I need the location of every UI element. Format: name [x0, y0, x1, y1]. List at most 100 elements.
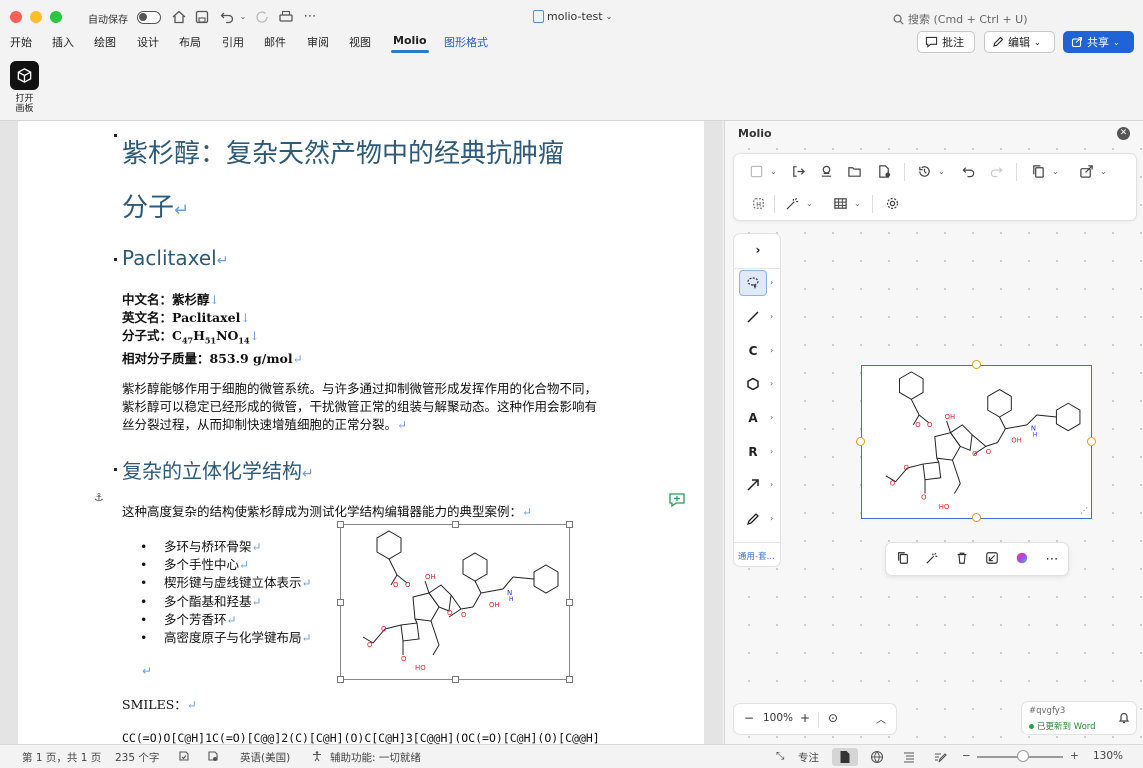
selection-handle[interactable]: [972, 513, 981, 522]
chevron-right-icon[interactable]: ›: [770, 379, 773, 388]
atom-highlight-icon[interactable]: H: [748, 194, 768, 214]
zoom-slider-thumb[interactable]: [1017, 750, 1029, 762]
zoom-in-button[interactable]: +: [1070, 750, 1079, 762]
lasso-select-tool[interactable]: [739, 270, 767, 296]
fit-to-view-icon[interactable]: ⊙: [828, 711, 838, 725]
ring-tool[interactable]: [738, 371, 768, 397]
selection-handle[interactable]: [972, 360, 981, 369]
molecule-image[interactable]: O O OH O O OH OOO HO N H: [337, 521, 573, 683]
magic-wand-icon[interactable]: [782, 194, 802, 214]
focus-mode-icon[interactable]: ⤡: [776, 750, 784, 763]
canvas-molecule-selection[interactable]: O O OH O O OH OOO HO N H ⋰: [856, 360, 1096, 522]
share-export-icon[interactable]: [1076, 162, 1096, 182]
chevron-right-icon[interactable]: ›: [770, 278, 773, 287]
gear-icon[interactable]: [882, 194, 902, 214]
undo-icon[interactable]: [958, 162, 978, 182]
home-icon[interactable]: [171, 9, 187, 25]
outline-view-icon[interactable]: [902, 750, 916, 767]
document-title[interactable]: molio-test ⌄: [533, 10, 612, 23]
new-file-icon[interactable]: [874, 162, 894, 182]
zoom-percentage[interactable]: 130%: [1093, 750, 1123, 762]
zoom-out-button[interactable]: −: [962, 750, 971, 762]
autosave-toggle[interactable]: [137, 11, 161, 24]
track-changes-icon[interactable]: [207, 750, 219, 765]
accessibility-icon[interactable]: [311, 750, 323, 765]
resize-handle[interactable]: [566, 599, 573, 606]
print-layout-view-button[interactable]: [832, 748, 858, 766]
document-title-heading[interactable]: 紫杉醇：复杂天然产物中的经典抗肿瘤: [122, 133, 564, 170]
tab-view[interactable]: 视图: [349, 34, 371, 50]
eraser-tool[interactable]: [738, 506, 768, 532]
tab-shape-format[interactable]: 图形格式: [444, 34, 488, 50]
open-folder-icon[interactable]: [844, 162, 864, 182]
smiles-string[interactable]: CC(=O)O[C@H]1C(=O)[C@@]2(C)[C@H](O)C[C@H…: [122, 729, 602, 744]
notification-bell-icon[interactable]: [1118, 711, 1130, 727]
carbon-atom-tool[interactable]: C: [738, 338, 768, 364]
resize-handle[interactable]: [566, 676, 573, 683]
resize-handle[interactable]: [566, 521, 573, 528]
smiles-label[interactable]: SMILES：↵: [122, 696, 197, 714]
table-icon[interactable]: [830, 194, 850, 214]
copy-icon[interactable]: [894, 551, 912, 569]
resize-handle[interactable]: [452, 676, 459, 683]
body-paragraph-2[interactable]: 这种高度复杂的结构使紫杉醇成为测试化学结构编辑器能力的典型案例：↵: [122, 503, 592, 521]
tab-layout[interactable]: 布局: [179, 34, 201, 50]
edit-mode-button[interactable]: 编辑 ⌄: [984, 31, 1055, 53]
list-item[interactable]: 楔形键与虚线键立体表示↵: [140, 574, 312, 592]
focus-mode-button[interactable]: 专注: [798, 750, 819, 765]
selection-handle[interactable]: [856, 437, 865, 446]
language[interactable]: 英语(美国): [240, 750, 290, 765]
add-comment-icon[interactable]: [668, 492, 686, 508]
tab-mailings[interactable]: 邮件: [264, 34, 286, 50]
comment-button[interactable]: 批注: [917, 31, 975, 53]
share-button[interactable]: 共享 ⌄: [1063, 31, 1134, 53]
stamp-icon[interactable]: [816, 162, 836, 182]
spellcheck-icon[interactable]: [178, 750, 190, 765]
feature-list[interactable]: 多环与桥环骨架↵ 多个手性中心↵ 楔形键与虚线键立体表示↵ 多个酯基和羟基↵ 多…: [140, 538, 312, 647]
tab-home[interactable]: 开始: [10, 34, 32, 50]
undo-dropdown-icon[interactable]: ⌄: [235, 9, 251, 25]
accessibility-status[interactable]: 辅助功能: 一切就绪: [330, 750, 421, 765]
resize-handle[interactable]: [337, 676, 344, 683]
zoom-out-button[interactable]: −: [744, 711, 754, 725]
tab-design[interactable]: 设计: [137, 34, 159, 50]
template-set-button[interactable]: 通用-套...: [738, 550, 775, 562]
resize-handle[interactable]: [452, 521, 459, 528]
chevron-right-icon[interactable]: ›: [770, 312, 773, 321]
subtitle-heading[interactable]: Paclitaxel↵: [122, 246, 228, 270]
expand-rail-button[interactable]: ›: [738, 237, 778, 263]
more-icon[interactable]: ⋯: [302, 9, 318, 25]
chevron-right-icon[interactable]: ›: [770, 413, 773, 422]
web-layout-icon[interactable]: [870, 750, 884, 767]
trash-icon[interactable]: [953, 551, 971, 569]
tab-references[interactable]: 引用: [222, 34, 244, 50]
list-item[interactable]: 高密度原子与化学键布局↵: [140, 629, 312, 647]
close-window-button[interactable]: [10, 11, 22, 23]
document-title-heading-line2[interactable]: 分子↵: [122, 187, 189, 224]
print-icon[interactable]: [278, 9, 294, 25]
chevron-up-icon[interactable]: ︿: [876, 711, 886, 726]
chevron-right-icon[interactable]: ›: [770, 346, 773, 355]
draft-view-icon[interactable]: [933, 750, 947, 767]
list-item[interactable]: 多个手性中心↵: [140, 556, 312, 574]
copy-icon[interactable]: [1028, 162, 1048, 182]
color-palette-icon[interactable]: [1013, 551, 1031, 569]
chevron-right-icon[interactable]: ›: [770, 480, 773, 489]
tab-insert[interactable]: 插入: [52, 34, 74, 50]
zoom-window-button[interactable]: [50, 11, 62, 23]
document-area[interactable]: 紫杉醇：复杂天然产物中的经典抗肿瘤 分子↵ Paclitaxel↵ 中文名：紫杉…: [0, 121, 722, 744]
insert-to-document-icon[interactable]: [983, 551, 1001, 569]
info-block[interactable]: 中文名：紫杉醇↓ 英文名：Paclitaxel↓ 分子式：C47H51NO14↓…: [122, 291, 303, 368]
word-count[interactable]: 235 个字: [115, 750, 159, 765]
close-panel-button[interactable]: ✕: [1117, 127, 1130, 140]
export-icon[interactable]: [788, 162, 808, 182]
arrow-tool[interactable]: [738, 472, 768, 498]
more-icon[interactable]: ⋯: [1043, 551, 1061, 569]
history-icon[interactable]: [914, 162, 934, 182]
chevron-right-icon[interactable]: ›: [770, 447, 773, 456]
r-group-tool[interactable]: R: [738, 439, 768, 465]
search-field[interactable]: 搜索 (Cmd + Ctrl + U): [893, 11, 1028, 27]
body-paragraph-1[interactable]: 紫杉醇能够作用于细胞的微管系统。与许多通过抑制微管形成发挥作用的化合物不同，紫杉…: [122, 380, 598, 434]
chevron-right-icon[interactable]: ›: [770, 514, 773, 523]
open-board-button[interactable]: [10, 61, 39, 90]
